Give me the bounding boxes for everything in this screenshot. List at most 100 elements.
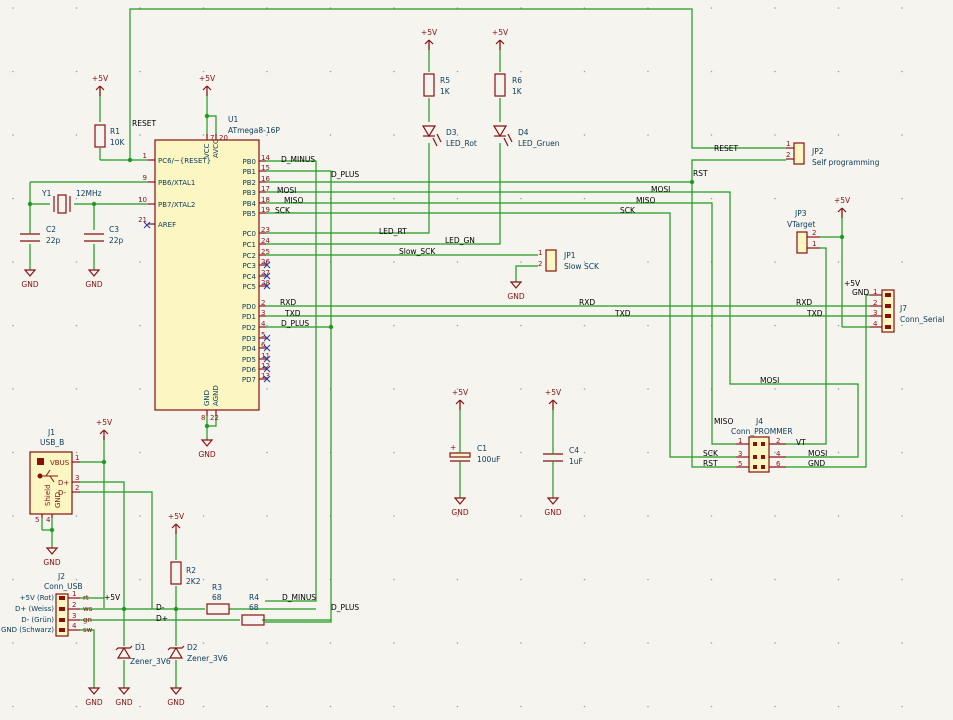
ic-pin-name: PB0 [243,158,256,166]
r1-value: 10K [110,138,126,147]
vcc-symbol: +5V [545,388,562,410]
capacitor-c1[interactable]: + C1 100uF [449,443,500,470]
j2-label: D- (Grün) [21,616,54,624]
net-rxd-label-1: RXD [280,298,296,307]
j1-pin1-num: 1 [75,454,79,462]
ic-pin-num: 5 [261,331,265,339]
d3-value: LED_Rot [446,139,477,148]
net-rxd-label-3: RXD [796,298,812,307]
jumper-jp2[interactable]: 1 2 JP2 Self programming [786,140,880,167]
resistor-r2[interactable]: R2 2K2 [170,561,201,586]
gnd-symbol: GND [167,687,185,707]
svg-text:+: + [450,443,456,452]
svg-text:+5V: +5V [492,28,509,37]
j1-shield-label: Shield [44,484,52,506]
r1-ref: R1 [110,127,120,136]
jp2-value: Self programming [812,158,880,167]
capacitor-c3[interactable]: C3 22p [84,225,124,245]
j2-pin-num: 2 [72,601,76,609]
d1-value: Zener_3V6 [130,657,171,666]
j4-pin-num: 5 [738,460,742,468]
led-d4[interactable]: D4 LED_Gruen [492,125,560,148]
ic-pin-num: 20 [219,134,228,142]
net-mosi-label-3: MOSI [760,376,779,385]
net-mosi-label-4: MOSI [808,449,827,458]
c2-value: 22p [46,236,61,245]
svg-text:GND: GND [85,280,102,289]
jumper-jp1[interactable]: 1 2 JP1 Slow SCK [538,249,600,272]
j4-pin-num: 6 [776,460,781,468]
net-led-gn-label: LED_GN [445,236,475,245]
net-sck-label-2: SCK [620,206,636,215]
led-d3[interactable]: D3 LED_Rot [421,125,477,148]
j1-value: USB_B [40,438,64,447]
r2-ref: R2 [186,566,196,575]
r4-ref: R4 [249,593,259,602]
capacitor-c2[interactable]: C2 22p [20,225,61,245]
j4-pin-num: 3 [738,450,742,458]
resistor-r6[interactable]: R6 1K [494,73,523,97]
d4-value: LED_Gruen [518,139,560,148]
net-dp-label: D+ [156,614,168,623]
r3-ref: R3 [212,583,222,592]
ic-pin-name: PD3 [242,335,256,343]
resistor-r5[interactable]: R5 1K [423,73,451,97]
j7-pin-num: 4 [873,320,878,328]
crystal-y1[interactable]: Y1 12MHz [41,189,102,214]
svg-text:GND: GND [507,292,524,301]
svg-text:2: 2 [538,260,542,268]
ic-pin-name: PB2 [243,179,256,187]
svg-text:1: 1 [786,140,790,148]
net-miso-label-2: MISO [636,196,655,205]
ic-pin-num: 1 [143,152,147,160]
net-sck-label-3: SCK [703,449,719,458]
jp1-ref: JP1 [563,251,576,260]
ic-pin-name: PB1 [243,168,256,176]
j1-vbus-label: VBUS [50,459,70,467]
j4-pin-num: 2 [776,437,780,445]
zener-d2[interactable]: D2 Zener_3V6 [167,643,228,663]
jp2-ref: JP2 [811,147,824,156]
j1-gnd-label: GND [54,492,62,508]
net-slow-sck-label: Slow_SCK [399,247,436,256]
j7-value: Conn_Serial [900,315,944,324]
ic-pin-name: PD5 [242,356,256,364]
ic-pin-name: PC5 [242,283,256,291]
ic-pin-num: 18 [261,196,270,204]
ic-pin-num: 21 [138,216,147,224]
ic-pin-num: 12 [261,362,270,370]
j2-label: D+ (Weiss) [15,605,54,613]
connector-j2[interactable]: J2 Conn_USB +5V (Rot) 1 rt D+ (Weiss) 2 ws D- … [1,572,93,637]
j7-pin-num: 1 [873,288,877,296]
net-d-minus-label-1: D_MINUS [281,155,315,164]
j2-pin-name: ws [83,605,93,613]
r5-ref: R5 [440,76,450,85]
d3-ref: D3 [446,128,457,137]
resistor-r3[interactable]: R3 68 [206,583,230,615]
connector-j4[interactable]: J4 Conn_PROMMER 1 2 3 4 5 6 [731,417,793,473]
ic-pin-num: 14 [261,154,270,162]
y1-ref: Y1 [41,189,52,198]
gnd-symbol: GND [198,439,216,459]
connector-j7[interactable]: J7 Conn_Serial 1 2 3 4 [870,288,944,333]
svg-text:1: 1 [812,240,816,248]
net-rst-label-2: RST [703,459,718,468]
capacitor-c4[interactable]: C4 1uF [543,446,583,470]
jumper-jp3[interactable]: 2 1 JP3 VTarget [787,209,820,254]
resistor-r1[interactable]: R1 10K [94,124,126,148]
d4-ref: D4 [518,128,529,137]
ic-pin-num: 27 [261,269,270,277]
j7-pin-num: 2 [873,299,877,307]
microcontroller-u1[interactable]: U1 ATmega8-16P 1PC6/~{RESET}9PB6/XTAL110… [138,115,280,422]
net-sck-label-1: SCK [275,206,291,215]
ic-pin-name: PC2 [242,252,256,260]
ic-pin-name: PC1 [242,241,256,249]
connector-j1[interactable]: J1 USB_B VBUS D+ D- Shield GND 1 3 2 5 4 [29,428,80,524]
ic-pin-num: 19 [261,206,270,214]
junctions [27,113,845,612]
svg-text:GND: GND [544,508,561,517]
ic-pin-num: 15 [261,164,270,172]
net-reset-label-1: RESET [132,119,156,128]
c2-ref: C2 [46,225,56,234]
j7-ref: J7 [899,304,907,313]
